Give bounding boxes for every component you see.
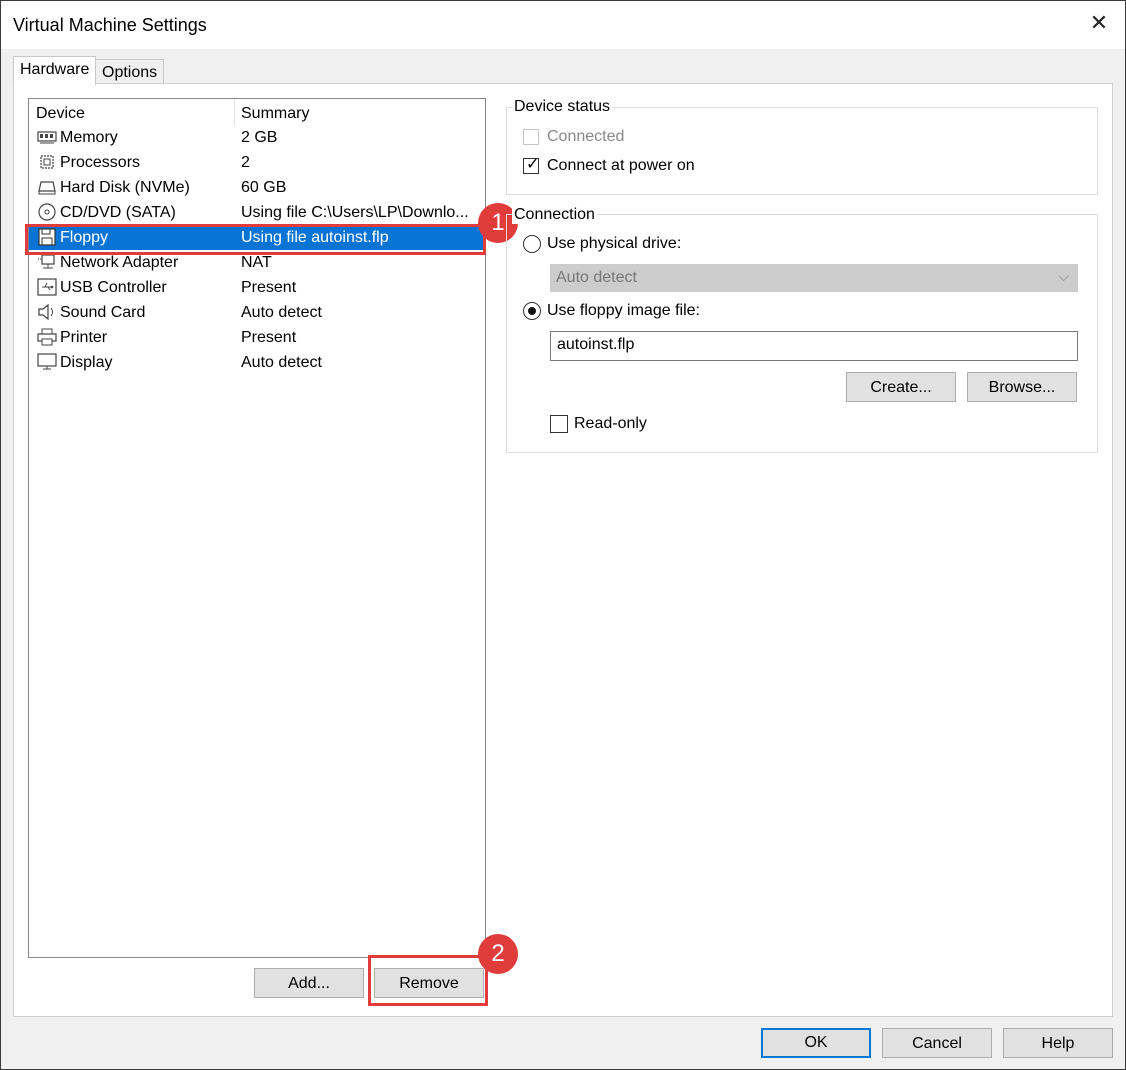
connection-title: Connection [512, 206, 597, 224]
annotation-highlight-remove [368, 955, 488, 1006]
annotation-badge-2: 2 [478, 934, 518, 974]
network-adapter-icon [38, 254, 55, 269]
device-row-hard-disk[interactable]: Hard Disk (NVMe) 60 GB [33, 175, 485, 200]
use-physical-drive-label: Use physical drive: [547, 235, 682, 252]
device-summary: Present [241, 279, 297, 296]
device-summary: 60 GB [241, 179, 287, 196]
ok-button[interactable]: OK [761, 1028, 871, 1058]
processor-icon [40, 155, 54, 169]
annotation-highlight-floppy [25, 224, 486, 255]
device-summary: 2 [241, 154, 250, 171]
connected-checkbox[interactable] [523, 129, 539, 145]
device-row-printer[interactable]: Printer Present [33, 325, 485, 350]
device-row-sound-card[interactable]: Sound Card Auto detect [33, 300, 485, 325]
hard-disk-icon [38, 181, 56, 195]
device-status-title: Device status [512, 98, 613, 116]
use-physical-drive-radio[interactable] [523, 235, 541, 253]
device-name: Sound Card [60, 304, 146, 321]
connect-at-power-on-checkbox[interactable]: ✓ [523, 156, 540, 174]
column-divider [234, 99, 235, 125]
printer-icon [37, 328, 57, 346]
cancel-button[interactable]: Cancel [882, 1028, 992, 1058]
device-summary: 2 GB [241, 129, 278, 146]
device-name: CD/DVD (SATA) [60, 204, 176, 221]
use-floppy-image-label: Use floppy image file: [547, 302, 700, 319]
floppy-image-path-input[interactable]: autoinst.flp [550, 331, 1078, 361]
device-row-cd-dvd[interactable]: CD/DVD (SATA) Using file C:\Users\LP\Dow… [33, 200, 485, 225]
physical-drive-value: Auto detect [556, 269, 637, 286]
browse-button[interactable]: Browse... [967, 372, 1077, 402]
device-name: Display [60, 354, 113, 371]
device-row-memory[interactable]: Memory 2 GB [33, 125, 485, 150]
device-name: USB Controller [60, 279, 167, 296]
device-name: Hard Disk (NVMe) [60, 179, 190, 196]
close-icon[interactable]: ✕ [1087, 11, 1111, 35]
cd-dvd-icon [38, 203, 56, 221]
device-summary: Using file C:\Users\LP\Downlo... [241, 204, 469, 221]
checkmark-icon: ✓ [526, 156, 540, 173]
use-floppy-image-radio[interactable] [523, 302, 541, 320]
title-bar[interactable]: Virtual Machine Settings ✕ [1, 1, 1125, 49]
monitor-icon [37, 353, 57, 370]
add-button[interactable]: Add... [254, 968, 364, 998]
device-row-usb-controller[interactable]: USB Controller Present [33, 275, 485, 300]
memory-icon [37, 131, 57, 144]
device-status-group [506, 107, 1098, 195]
help-button[interactable]: Help [1003, 1028, 1113, 1058]
device-row-processors[interactable]: Processors 2 [33, 150, 485, 175]
column-header-summary[interactable]: Summary [241, 105, 309, 123]
usb-icon [37, 278, 57, 296]
device-summary: Present [241, 329, 297, 346]
device-summary: Auto detect [241, 354, 322, 371]
device-name: Memory [60, 129, 118, 146]
tab-options[interactable]: Options [95, 59, 165, 84]
read-only-label: Read-only [574, 415, 647, 432]
device-name: Printer [60, 329, 108, 346]
connect-at-power-on-label: Connect at power on [547, 157, 695, 174]
device-name: Processors [60, 154, 141, 171]
device-summary: Auto detect [241, 304, 322, 321]
window-title: Virtual Machine Settings [13, 15, 207, 35]
connected-label: Connected [547, 128, 625, 145]
read-only-checkbox[interactable] [550, 415, 568, 433]
chevron-down-icon: ⌵ [1058, 268, 1069, 284]
floppy-image-path-value: autoinst.flp [557, 336, 635, 353]
column-header-device[interactable]: Device [36, 105, 85, 123]
create-button[interactable]: Create... [846, 372, 956, 402]
physical-drive-select[interactable]: Auto detect ⌵ [550, 264, 1078, 292]
radio-selected-dot [528, 307, 536, 315]
tab-hardware[interactable]: Hardware [13, 56, 97, 85]
speaker-icon [38, 303, 53, 321]
device-row-display[interactable]: Display Auto detect [33, 350, 485, 375]
